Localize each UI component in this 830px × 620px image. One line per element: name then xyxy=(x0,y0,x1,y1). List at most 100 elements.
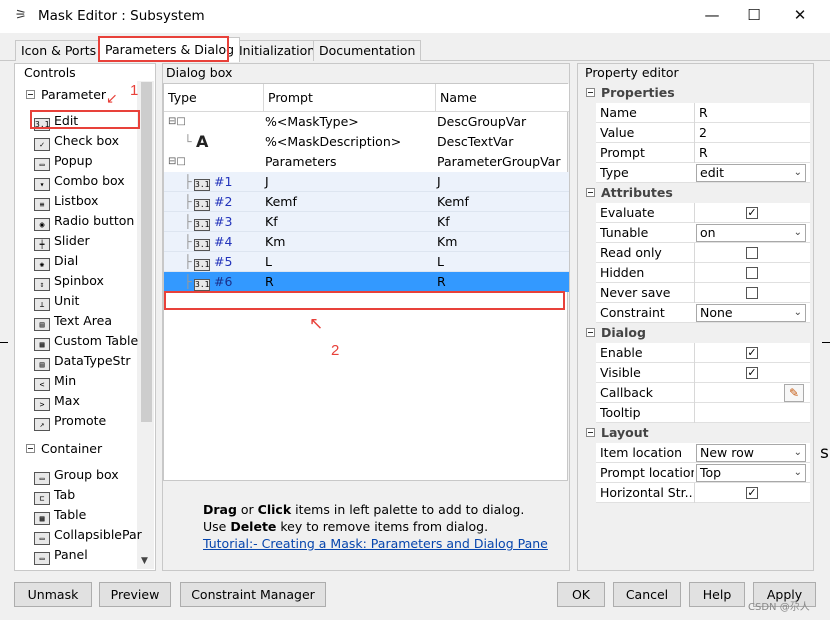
controls-scrollbar-thumb[interactable] xyxy=(141,82,152,422)
palette-item-datatypestr[interactable]: ▤ DataTypeStr xyxy=(34,351,131,371)
tab-parameters-dialog[interactable]: Parameters & Dialog xyxy=(99,37,241,62)
constraint-select[interactable]: None ⌄ xyxy=(696,304,806,322)
edit-icon: 3.1 xyxy=(194,219,210,231)
scroll-down-icon[interactable]: ▼ xyxy=(141,556,148,566)
table-row[interactable]: ├ 3.1 #4 Km Km xyxy=(164,232,569,252)
collapse-icon[interactable] xyxy=(586,428,595,437)
hidden-checkbox[interactable] xyxy=(746,267,758,279)
palette-item-listbox[interactable]: ≡ Listbox xyxy=(34,191,98,211)
help-button[interactable]: Help xyxy=(689,582,745,607)
prop-value-row[interactable]: Value 2 xyxy=(596,123,810,143)
prop-prompt-row[interactable]: Prompt R xyxy=(596,143,810,163)
prop-prompt-value[interactable]: R xyxy=(694,143,810,163)
prop-value-value[interactable]: 2 xyxy=(694,123,810,143)
palette-item-custom-table[interactable]: ▦ Custom Table xyxy=(34,331,138,351)
prompt-location-select[interactable]: Top ⌄ xyxy=(696,464,806,482)
annotation-mark-1: 1 xyxy=(130,82,139,99)
palette-item-label: Combo box xyxy=(54,173,125,188)
palette-item-label: Max xyxy=(54,393,80,408)
palette-item-unit[interactable]: ⊥ Unit xyxy=(34,291,79,311)
item-location-select[interactable]: New row ⌄ xyxy=(696,444,806,462)
palette-item-label: Group box xyxy=(54,467,119,482)
section-dialog[interactable]: Dialog xyxy=(584,323,810,343)
group-box-icon: ▭ xyxy=(34,472,50,485)
column-type[interactable]: Type xyxy=(164,84,264,111)
section-properties[interactable]: Properties xyxy=(584,83,810,103)
collapse-icon[interactable] xyxy=(26,444,35,453)
palette-item-label: Text Area xyxy=(54,313,113,328)
neversave-checkbox[interactable] xyxy=(746,287,758,299)
chevron-down-icon: ⌄ xyxy=(793,227,802,238)
collapse-icon[interactable] xyxy=(586,188,595,197)
prop-name-row[interactable]: Name R xyxy=(596,103,810,123)
table-row[interactable]: └ A %<MaskDescription> DescTextVar xyxy=(164,132,569,152)
table-row[interactable]: ├ 3.1 #6 R R xyxy=(164,272,569,292)
palette-item-tab[interactable]: ⊏ Tab xyxy=(34,485,75,505)
palette-item-max[interactable]: > Max xyxy=(34,391,80,411)
text-area-icon: ▤ xyxy=(34,318,50,331)
unmask-button[interactable]: Unmask xyxy=(14,582,92,607)
palette-item-collapsiblepar[interactable]: ▭ CollapsiblePar xyxy=(34,525,142,545)
prop-tooltip-row[interactable]: Tooltip xyxy=(596,403,810,423)
tab-documentation[interactable]: Documentation xyxy=(313,40,422,61)
readonly-checkbox[interactable] xyxy=(746,247,758,259)
palette-item-combo-box[interactable]: ▾ Combo box xyxy=(34,171,125,191)
palette-item-min[interactable]: < Min xyxy=(34,371,76,391)
palette-item-radio-button[interactable]: ◉ Radio button xyxy=(34,211,134,231)
palette-item-popup[interactable]: ▭ Popup xyxy=(34,151,93,171)
visible-checkbox[interactable]: ✓ xyxy=(746,367,758,379)
column-prompt[interactable]: Prompt xyxy=(264,84,436,111)
row-prompt: J xyxy=(265,174,269,189)
tab-initialization[interactable]: Initialization xyxy=(233,40,322,61)
tutorial-link[interactable]: Tutorial:- Creating a Mask: Parameters a… xyxy=(203,536,548,551)
group-parameter[interactable]: Parameter xyxy=(26,85,106,105)
palette-item-panel[interactable]: ▭ Panel xyxy=(34,545,88,565)
tab-icon-ports[interactable]: Icon & Ports xyxy=(15,40,103,61)
cancel-button[interactable]: Cancel xyxy=(613,582,681,607)
group-container[interactable]: Container xyxy=(26,439,102,459)
preview-button[interactable]: Preview xyxy=(99,582,171,607)
collapse-icon[interactable] xyxy=(26,90,35,99)
table-row[interactable]: ├ 3.1 #3 Kf Kf xyxy=(164,212,569,232)
table-row[interactable]: ├ 3.1 #5 L L xyxy=(164,252,569,272)
collapse-icon[interactable]: ⊟□ xyxy=(168,152,186,172)
collapse-icon[interactable] xyxy=(586,88,595,97)
palette-item-edit[interactable]: 3.1 Edit xyxy=(34,111,78,131)
enable-checkbox[interactable]: ✓ xyxy=(746,347,758,359)
type-select[interactable]: edit ⌄ xyxy=(696,164,806,182)
close-button[interactable]: ✕ xyxy=(777,0,823,31)
column-name[interactable]: Name xyxy=(436,84,569,111)
chevron-down-icon: ⌄ xyxy=(793,467,802,478)
collapse-icon[interactable] xyxy=(586,328,595,337)
table-row[interactable]: ⊟□ %<MaskType> DescGroupVar xyxy=(164,112,569,132)
prop-type-row[interactable]: Type edit ⌄ xyxy=(596,163,810,183)
prop-name-value[interactable]: R xyxy=(694,103,810,123)
horizontal-stretch-checkbox[interactable]: ✓ xyxy=(746,487,758,499)
palette-item-table[interactable]: ▦ Table xyxy=(34,505,86,525)
evaluate-checkbox[interactable]: ✓ xyxy=(746,207,758,219)
palette-item-promote[interactable]: ↗ Promote xyxy=(34,411,106,431)
section-attributes[interactable]: Attributes xyxy=(584,183,810,203)
section-layout[interactable]: Layout xyxy=(584,423,810,443)
minimize-button[interactable]: — xyxy=(689,0,735,31)
pencil-icon[interactable]: ✎ xyxy=(784,384,804,402)
table-row[interactable]: ├ 3.1 #2 Kemf Kemf xyxy=(164,192,569,212)
slider-icon: ┿ xyxy=(34,238,50,251)
maximize-button[interactable]: ☐ xyxy=(731,0,777,31)
palette-item-slider[interactable]: ┿ Slider xyxy=(34,231,90,251)
table-row[interactable]: ⊟□ Parameters ParameterGroupVar xyxy=(164,152,569,172)
ok-button[interactable]: OK xyxy=(557,582,605,607)
palette-item-label: Unit xyxy=(54,293,80,308)
palette-item-check-box[interactable]: ✓ Check box xyxy=(34,131,119,151)
spinbox-icon: ⇕ xyxy=(34,278,50,291)
tunable-select[interactable]: on ⌄ xyxy=(696,224,806,242)
palette-item-dial[interactable]: ✺ Dial xyxy=(34,251,78,271)
constraint-manager-button[interactable]: Constraint Manager xyxy=(180,582,326,607)
table-row[interactable]: ├ 3.1 #1 J J xyxy=(164,172,569,192)
collapse-icon[interactable]: ⊟□ xyxy=(168,112,186,132)
palette-item-text-area[interactable]: ▤ Text Area xyxy=(34,311,112,331)
palette-item-group-box[interactable]: ▭ Group box xyxy=(34,465,119,485)
palette-item-spinbox[interactable]: ⇕ Spinbox xyxy=(34,271,104,291)
edit-icon: 3.1 xyxy=(194,279,210,291)
row-name: J xyxy=(437,174,441,189)
